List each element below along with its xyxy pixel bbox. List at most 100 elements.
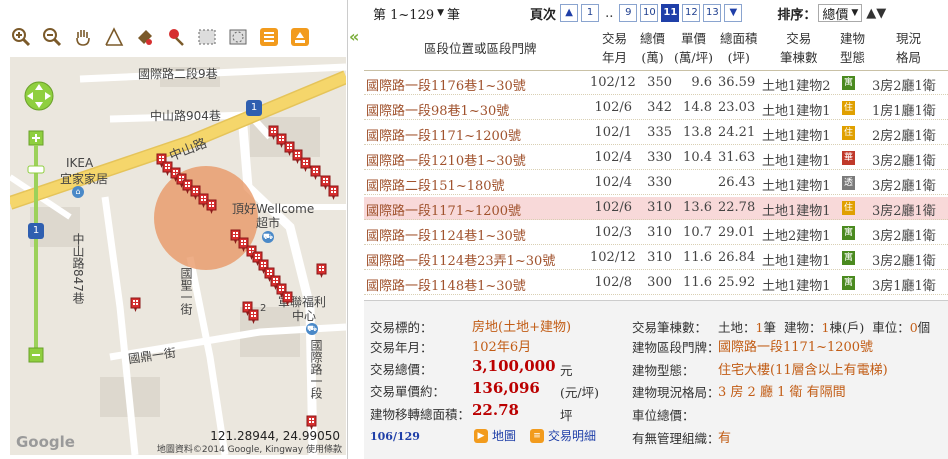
pan-hand-icon[interactable] [70,24,96,50]
sort-desc-icon[interactable]: ▼ [876,6,886,21]
total-price-cell: 330 [647,150,672,165]
count-cell: 土地1建物1 [762,154,831,169]
map-copyright[interactable]: 地圖資料©2014 Google, Kingway 使用條款 [157,442,342,455]
table-row[interactable]: 國際路一段1176巷1~30號 102/12 350 9.6 36.59 土地1建物2 寓 3… [364,72,948,95]
date-cell: 102/12 [590,250,636,265]
map-pin-icon[interactable] [316,263,327,279]
col-header-total[interactable]: 總價 (萬) [640,29,665,67]
sort-select[interactable]: 總價 ▼ [818,4,863,23]
table-row[interactable]: 國際路二段151~180號 102/4 330 26.43 土地1建物1 透 3房2廳1衛 [364,172,948,195]
locate-icon[interactable] [163,24,189,50]
total-price-cell: 310 [647,200,672,215]
table-row[interactable]: 國際路一段1171~1200號 102/1 335 13.8 24.21 土地1建物1 住 2… [364,122,948,145]
table-row[interactable]: 國際路一段1124巷23弄1~30號 102/12 310 11.6 26.84 土地1建… [364,247,948,270]
address-cell: 國際路一段1124巷23弄1~30號 [366,254,556,269]
map-canvas[interactable]: 國際路二段9巷 中山路904巷 中山路 中山路847巷 IKEA 宜家家居 ⌂ … [10,57,346,455]
detail-label: 交易總價： [370,362,433,377]
results-topbar: 第 1~129 ▼ 筆 頁次 ▲ 1 .. 9 10 11 12 13 ▼ 排序… [364,2,948,24]
map-pin-icon[interactable] [248,309,259,325]
address-cell: 國際路一段1171~1200號 [366,204,522,219]
address-cell: 國際路一段1171~1200號 [366,129,522,144]
zoom-out-tool-icon[interactable] [39,24,65,50]
pan-arrows-icon[interactable] [24,65,54,109]
building-type-badge: 華 [842,151,855,165]
page-button-13[interactable]: 13 [703,4,722,22]
circle-select-icon[interactable] [225,24,251,50]
page-button-9[interactable]: 9 [619,4,638,22]
address-cell: 國際路一段98巷1~30號 [366,104,510,119]
page-button-10[interactable]: 10 [640,4,659,22]
building-type-badge: 寓 [842,251,855,265]
detail-label: 交易標的： [370,320,433,335]
layout-cell: 3房2廳1衛 [872,254,936,269]
table-header: 區段位置或區段門牌 交易 年月 總價 (萬) 單價 (萬/坪) 總面積 (坪) … [364,26,948,71]
table-row[interactable]: 國際路一段1210巷1~30號 102/4 330 10.4 31.63 土地1建物1 華 3… [364,147,948,170]
sort-asc-icon[interactable]: ▲ [866,6,876,21]
detail-label: 交易年月： [370,340,433,355]
map-road-label: 國際路一段 [309,339,323,399]
map-link-button[interactable]: ▶ 地圖 [474,427,516,444]
measure-icon[interactable] [101,24,127,50]
list-icon: ≡ [530,428,544,443]
rect-select-icon[interactable] [194,24,220,50]
store-icon: ⌂ [72,186,84,198]
layout-cell: 3房1廳1衛 [872,279,936,294]
col-header-address[interactable]: 區段位置或區段門牌 [424,39,537,58]
page-button-11-active[interactable]: 11 [661,4,680,22]
map-road-label: 國聖一街 [179,267,193,315]
unit-price-cell: 14.8 [683,100,712,115]
count-cell: 土地1建物1 [762,104,831,119]
zoom-control [24,65,54,365]
col-header-date[interactable]: 交易 年月 [602,29,627,67]
detail-label: 有無管理組織： [632,431,720,446]
collapse-map-icon[interactable]: « [349,26,363,48]
col-header-area[interactable]: 總面積 (坪) [720,29,758,67]
zoom-in-button[interactable] [29,131,43,145]
detail-value: 3 房 2 廳 1 衛 有隔間 [718,385,846,400]
col-header-count[interactable]: 交易 筆棟數 [780,29,818,67]
map-pin-icon[interactable] [282,291,293,307]
map-pin-icon[interactable] [130,297,141,313]
zoom-out-button[interactable] [29,348,43,362]
layout-cell: 3房2廳1衛 [872,79,936,94]
export-icon[interactable] [287,24,313,50]
detail-label: 交易單價約： [370,384,446,399]
count-cell: 土地1建物1 [762,179,831,194]
col-header-unit[interactable]: 單價 (萬/坪) [674,29,713,67]
page-button-12[interactable]: 12 [682,4,701,22]
building-type-badge: 寓 [842,276,855,290]
area-cell: 24.21 [718,125,756,140]
next-page-icon[interactable]: ▼ [724,4,743,22]
table-row[interactable]: 國際路一段98巷1~30號 102/6 342 14.8 23.03 土地1建物1 住 1房1… [364,97,948,120]
marker-tool-icon[interactable] [132,24,158,50]
results-panel: 第 1~129 ▼ 筆 頁次 ▲ 1 .. 9 10 11 12 13 ▼ 排序… [364,0,948,459]
table-row[interactable]: 國際路一段1124巷1~30號 102/3 310 10.7 29.01 土地2建物1 寓 3… [364,222,948,245]
building-type-badge: 住 [842,126,855,140]
col-header-type[interactable]: 建物 型態 [840,29,865,67]
zoom-slider[interactable] [28,161,44,171]
date-cell: 102/4 [594,175,632,190]
count-cell: 土地1建物1 [762,279,831,294]
transaction-detail-button[interactable]: ≡ 交易明細 [530,427,596,444]
records-select[interactable]: 第 1~129 ▼ [370,4,447,23]
map-pin-icon[interactable] [328,185,339,201]
address-cell: 國際路一段1124巷1~30號 [366,229,526,244]
date-cell: 102/6 [594,100,632,115]
page-button-1[interactable]: 1 [581,4,600,22]
cart-icon: ⛟ [306,323,318,335]
area-cell: 36.59 [718,75,756,90]
page-label: 頁次 [530,7,557,23]
map-pin-icon[interactable] [206,199,217,215]
col-header-layout[interactable]: 現況 格局 [896,29,921,67]
prev-page-icon[interactable]: ▲ [560,4,579,22]
page-ellipsis: .. [605,5,614,21]
date-cell: 102/4 [594,150,632,165]
table-row[interactable]: 國際路一段1148巷1~30號 102/8 300 11.6 25.92 土地1建物1 寓 3… [364,272,948,295]
grid-icon[interactable] [256,24,282,50]
layout-cell: 3房2廳1衛 [872,154,936,169]
detail-value: 住宅大樓(11層含以上有電梯) [718,363,888,378]
zoom-in-tool-icon[interactable] [8,24,34,50]
detail-total-price: 3,100,000 [472,357,556,375]
table-row[interactable]: 國際路一段1171~1200號 102/6 310 13.6 22.78 土地1建物1 住 3… [364,197,948,220]
address-cell: 國際路一段1210巷1~30號 [366,154,526,169]
